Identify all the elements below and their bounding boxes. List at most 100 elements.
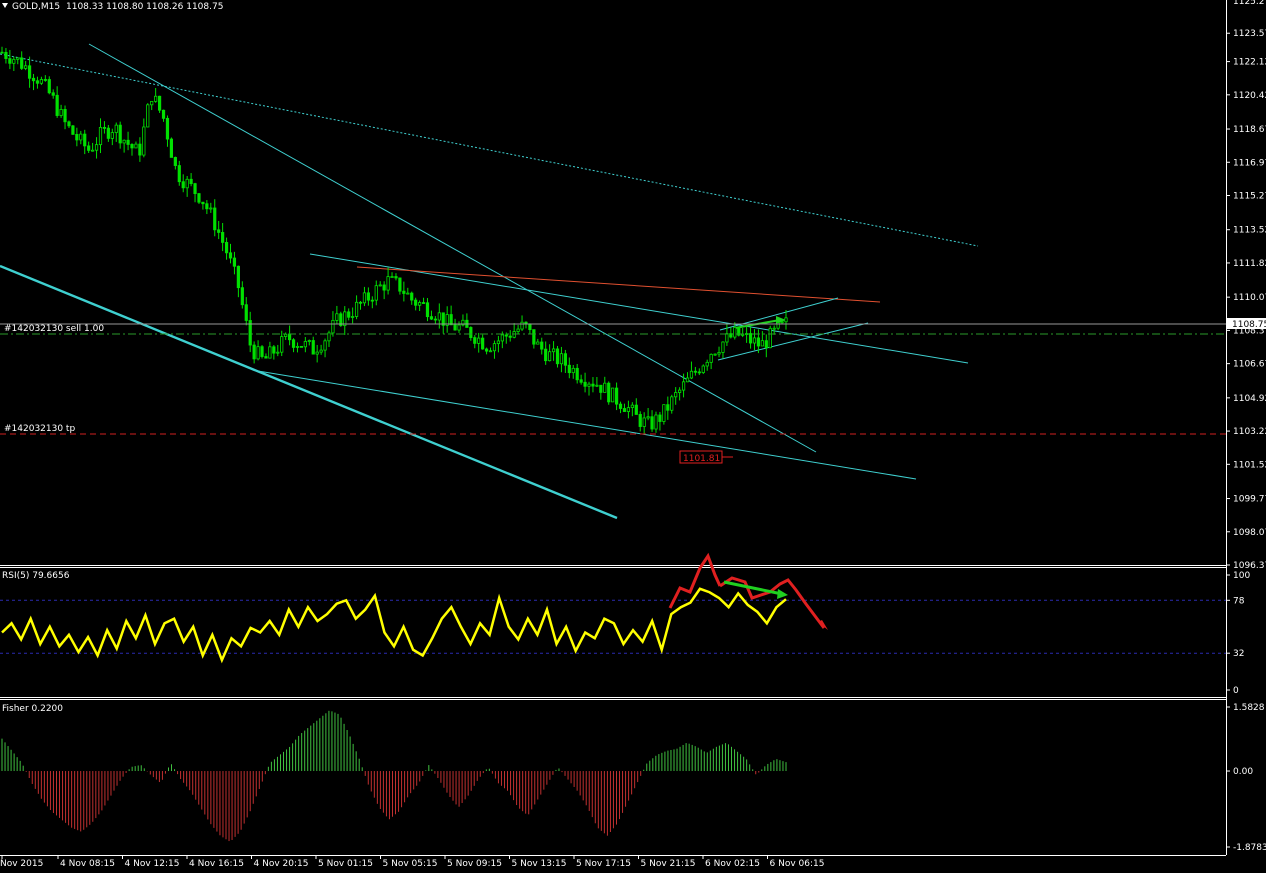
candle-body: [197, 193, 201, 203]
svg-text:1101.81: 1101.81: [683, 454, 720, 464]
rsi-red-arrow-up: [668, 552, 722, 609]
candle-body: [224, 242, 229, 254]
time-tick-label: 4 Nov 16:15: [189, 859, 244, 869]
candle-body: [666, 404, 670, 411]
frame: [0, 0, 1227, 856]
candle-body: [634, 404, 638, 415]
chart-canvas[interactable]: GOLD,M15 1108.33 1108.80 1108.26 1108.75…: [0, 0, 1266, 873]
price-tick-label: 1104.92: [1233, 394, 1266, 404]
candle-body: [260, 346, 264, 357]
candle-body: [721, 341, 725, 353]
price-tick-label: 1118.67: [1233, 125, 1266, 135]
candle-body: [193, 183, 197, 195]
candle-body: [378, 284, 382, 287]
candle-body: [142, 126, 146, 156]
candle-body: [709, 353, 713, 363]
candle-body: [161, 109, 166, 119]
fisher-tick-label: -1.8783: [1233, 843, 1266, 853]
candle-body: [516, 328, 520, 332]
candle-body: [614, 387, 619, 405]
candle-body: [236, 265, 240, 289]
candle-body: [284, 333, 288, 337]
candle-body: [768, 327, 772, 349]
candle-body: [67, 121, 71, 127]
candle-body: [343, 311, 347, 326]
rsi-tick-label: 78: [1233, 596, 1245, 606]
candle-body: [157, 95, 162, 111]
candle-body: [256, 346, 260, 360]
candle-body: [421, 302, 426, 304]
candle-body: [693, 370, 697, 373]
candle-body: [705, 361, 709, 367]
candle-body: [347, 311, 351, 318]
candle-body: [551, 348, 556, 353]
price-tick-label: 1122.12: [1233, 58, 1266, 68]
time-tick-label: 5 Nov 01:15: [318, 859, 373, 869]
candle-body: [362, 292, 367, 304]
fisher-tick-label: 0.00: [1233, 767, 1253, 777]
price-axis: 1123.57 1122.12 1120.42 1118.67 1116.97 1115.…: [1226, 0, 1266, 571]
candle-body: [370, 299, 374, 302]
candle-body: [31, 77, 36, 82]
candle-body: [244, 304, 248, 321]
price-tick-label: 1099.77: [1233, 495, 1266, 505]
candle-body: [662, 404, 666, 422]
candle-body: [4, 51, 8, 59]
candle-body: [733, 327, 737, 338]
candle-body: [418, 302, 422, 306]
price-tick-label: 1116.97: [1233, 158, 1266, 168]
candle-body: [504, 334, 508, 337]
candle-body: [748, 333, 753, 344]
candle-body: [563, 353, 567, 366]
fisher-tick-label: 1.5828: [1233, 703, 1265, 713]
candle-body: [681, 381, 686, 391]
candle-body: [63, 109, 67, 123]
candle-body: [189, 178, 193, 185]
candle-body: [398, 277, 402, 292]
rsi-label: RSI(5) 79.6656: [2, 571, 70, 581]
candle-body: [642, 417, 646, 427]
candle-body: [630, 404, 634, 408]
candle-body: [55, 94, 59, 116]
candle-body: [51, 92, 55, 96]
candle-body: [181, 181, 185, 189]
candle-body: [500, 334, 504, 342]
candle-body: [599, 384, 603, 393]
candle-body: [508, 335, 512, 338]
candle-body: [102, 127, 107, 129]
trendline: [717, 322, 869, 361]
candle-body: [122, 139, 126, 144]
candle-body: [91, 149, 95, 152]
trendline: [257, 370, 917, 480]
candle-body: [425, 302, 430, 318]
candle-body: [319, 349, 323, 353]
candle-body: [354, 301, 359, 317]
candle-body: [532, 329, 536, 345]
candle-body: [390, 276, 394, 278]
rsi-axis: 100 78 32 0: [1226, 571, 1250, 696]
candle-body: [492, 343, 497, 352]
candle-body: [20, 57, 24, 69]
candle-body: [784, 317, 788, 323]
fisher-axis: 1.5828 0.00 -1.8783: [1226, 703, 1266, 853]
candle-body: [685, 377, 690, 383]
candle-body: [272, 346, 276, 354]
candle-body: [756, 337, 761, 347]
time-tick-label: 5 Nov 09:15: [447, 859, 502, 869]
candle-body: [264, 356, 268, 359]
chart-menu-arrow-icon[interactable]: [2, 3, 8, 8]
price-tick-label: 1106.67: [1233, 360, 1266, 370]
candle-body: [94, 144, 99, 151]
rsi-tick-label: 32: [1233, 649, 1244, 659]
candle-body: [433, 318, 437, 321]
candle-body: [469, 327, 473, 339]
candle-body: [449, 314, 453, 326]
price-tick-label: 1113.52: [1233, 226, 1266, 236]
candle-body: [386, 276, 390, 291]
candle-body: [646, 416, 650, 419]
time-tick-label: 4 Nov 08:15: [60, 859, 115, 869]
candle-body: [481, 337, 485, 350]
candle-body: [0, 51, 4, 54]
candle-body: [217, 229, 221, 233]
candle-body: [382, 284, 386, 291]
